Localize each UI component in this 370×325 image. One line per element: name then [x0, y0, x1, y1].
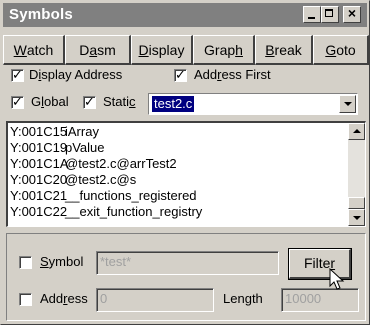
- symbol-name: iArray: [65, 124, 99, 139]
- label-pre: G: [31, 94, 42, 109]
- maximize-icon: [325, 9, 333, 17]
- file-select-value: test2.c: [152, 96, 195, 112]
- tab-label-post: isplay: [148, 42, 185, 58]
- title-bar[interactable]: Symbols ×: [3, 3, 367, 27]
- tab-label-post: sm: [97, 42, 116, 58]
- symbol-address: Y:001C1A: [10, 156, 69, 171]
- label-post: ess First: [221, 67, 271, 82]
- label-post: ymbol: [48, 254, 84, 269]
- symbol-address: Y:001C19: [10, 140, 68, 155]
- tab-label-accel: W: [13, 42, 27, 58]
- symbol-filter-label[interactable]: Symbol: [40, 254, 83, 269]
- symbol-name: __exit_function_registry: [65, 204, 203, 219]
- label-pre: Add: [194, 67, 218, 82]
- display-address-checkbox[interactable]: ✓: [11, 67, 24, 82]
- label-pre: Len: [223, 291, 245, 306]
- symbol-filter-checkbox[interactable]: [19, 256, 32, 269]
- chevron-down-icon: [344, 102, 352, 106]
- tab-bar: Watch Dasm Display Graph Break Goto: [3, 35, 369, 67]
- label-pre: Add: [40, 291, 64, 306]
- symbol-list[interactable]: Y:001C15 iArray Y:001C19 pValue Y:001C1A @t…: [6, 121, 366, 227]
- vertical-scrollbar[interactable]: [348, 123, 365, 226]
- label-pre: D: [29, 67, 39, 82]
- scroll-down-button[interactable]: [348, 209, 365, 226]
- maximize-button[interactable]: [321, 6, 339, 23]
- symbol-name: pValue: [65, 140, 105, 155]
- label-pre: Stati: [103, 94, 130, 109]
- label-post: obal: [44, 94, 69, 109]
- tab-dasm[interactable]: Dasm: [65, 35, 131, 65]
- symbol-address: Y:001C20: [10, 172, 68, 187]
- length-label: Length: [223, 291, 263, 306]
- label-post: th: [251, 291, 263, 306]
- file-select-dropdown-button[interactable]: [339, 95, 356, 113]
- global-label[interactable]: Global: [31, 94, 69, 109]
- scroll-thumb[interactable]: [348, 197, 365, 209]
- label-post: splay Address: [41, 67, 123, 82]
- label-accel: c: [129, 94, 136, 109]
- address-filter-input[interactable]: 0: [96, 288, 214, 312]
- display-address-label[interactable]: Display Address: [29, 67, 122, 82]
- symbol-name: __functions_registered: [65, 188, 197, 203]
- tab-label-pre: D: [79, 42, 90, 58]
- tab-label-post: atch: [26, 42, 54, 58]
- symbol-name: @test2.c@s: [65, 172, 137, 187]
- symbols-window: Symbols × Watch Dasm Display Graph Break…: [0, 0, 370, 325]
- static-label[interactable]: Static: [103, 94, 136, 109]
- tab-break[interactable]: Break: [255, 35, 313, 65]
- tab-label-accel: B: [265, 42, 275, 58]
- tab-label-pre: Grap: [204, 42, 236, 58]
- tab-watch[interactable]: Watch: [3, 35, 65, 65]
- minimize-icon: [308, 17, 315, 19]
- label-post: ess: [67, 291, 88, 306]
- symbol-address: Y:001C21: [10, 188, 68, 203]
- close-icon: ×: [347, 5, 357, 21]
- label-accel: S: [40, 254, 49, 269]
- tab-graph[interactable]: Graph: [193, 35, 255, 65]
- check-mark-icon: ✓: [12, 67, 23, 82]
- address-filter-label[interactable]: Address: [40, 291, 88, 306]
- label-pre: Filte: [303, 255, 331, 271]
- check-mark-icon: ✓: [12, 94, 23, 109]
- address-first-checkbox[interactable]: ✓: [174, 67, 187, 82]
- tab-label-post: reak: [274, 42, 302, 58]
- tab-label-accel: h: [235, 42, 243, 58]
- symbol-address: Y:001C15: [10, 124, 68, 139]
- tab-display[interactable]: Display: [131, 35, 193, 65]
- check-mark-icon: ✓: [175, 67, 186, 82]
- arrow-up-icon: [353, 129, 361, 133]
- label-accel: g: [244, 291, 252, 306]
- close-button[interactable]: ×: [343, 5, 361, 23]
- tab-label-accel: a: [89, 42, 98, 58]
- scroll-up-button[interactable]: [348, 123, 365, 140]
- mouse-pointer-icon: [329, 268, 345, 290]
- address-filter-checkbox[interactable]: [19, 293, 32, 306]
- tab-label-accel: D: [138, 42, 149, 58]
- tab-label-post: oto: [336, 42, 356, 58]
- minimize-button[interactable]: [303, 6, 321, 23]
- symbol-filter-input[interactable]: *test*: [96, 251, 279, 275]
- arrow-down-icon: [353, 216, 361, 220]
- file-select[interactable]: test2.c: [148, 93, 358, 115]
- window-title: Symbols: [9, 6, 73, 23]
- tab-label-accel: G: [325, 42, 337, 58]
- address-first-label[interactable]: Address First: [194, 67, 271, 82]
- symbol-address: Y:001C22: [10, 204, 68, 219]
- check-mark-icon: ✓: [84, 94, 95, 109]
- tab-goto[interactable]: Goto: [313, 35, 369, 65]
- global-checkbox[interactable]: ✓: [11, 94, 24, 109]
- static-checkbox[interactable]: ✓: [83, 94, 96, 109]
- symbol-name: @test2.c@arrTest2: [65, 156, 177, 171]
